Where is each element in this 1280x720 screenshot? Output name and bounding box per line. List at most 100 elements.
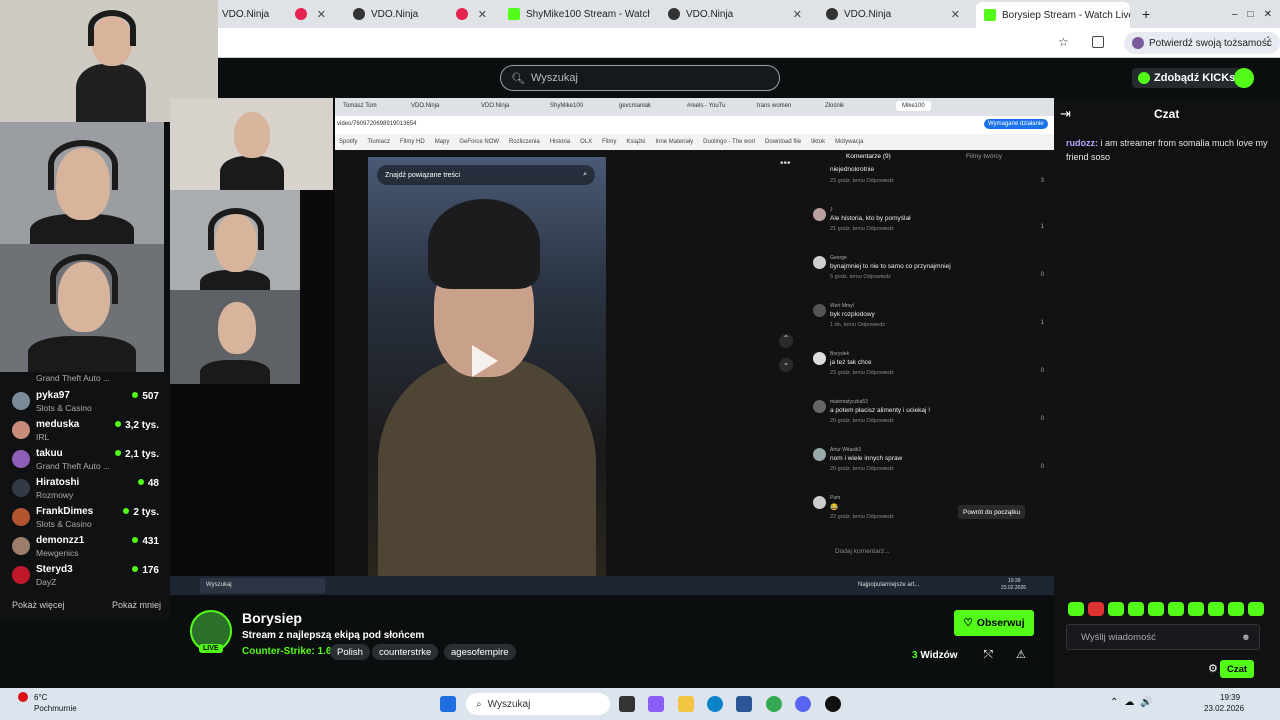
menu-icon[interactable]: ⋮ [1262, 34, 1274, 48]
chevron-down-icon: ⌄ [779, 358, 793, 372]
avatar [12, 537, 30, 555]
browser-tab[interactable]: ShyMike100 Stream - Watch L✕ [500, 4, 650, 24]
copilot-icon[interactable] [648, 696, 664, 712]
person-hat [428, 199, 540, 289]
close-tab-icon[interactable]: ✕ [317, 8, 326, 21]
live-badge: LIVE [199, 644, 223, 653]
profile-verify-button[interactable]: Potwierdź swoją tożsamość [1124, 32, 1280, 54]
extensions-icon[interactable] [1092, 36, 1104, 48]
sidebar-channel[interactable]: Steryd3 DayZ 176 [10, 562, 165, 590]
search-icon: 🔍︎ [511, 72, 525, 85]
avatar [12, 450, 30, 468]
task-view-icon[interactable] [619, 696, 635, 712]
tray-icons[interactable]: ⌃☁🔊 [1110, 697, 1159, 708]
browser-tab[interactable]: VDO.Ninja ✕ [345, 4, 495, 24]
close-tab-icon[interactable]: ✕ [478, 8, 487, 21]
comment: George bynajmniej to nie to samo co przyn… [813, 255, 1048, 300]
chat-title: Czat [1154, 107, 1180, 121]
browser-tab-active[interactable]: Borysiep Stream - Watch Live o✕ [976, 2, 1130, 28]
tag[interactable]: agesofempire [444, 644, 516, 660]
store-icon[interactable] [736, 696, 752, 712]
emote-icon[interactable] [1068, 602, 1084, 616]
emote-icon[interactable] [1188, 602, 1204, 616]
avatar [813, 352, 826, 365]
avatar [12, 421, 30, 439]
window-controls[interactable]: –□✕ [1224, 4, 1280, 24]
avatar [813, 448, 826, 461]
channel-name[interactable]: Borysiep [242, 610, 302, 626]
sidebar-channel[interactable]: meduska IRL 3,2 tys. [10, 417, 165, 445]
search-icon: ⌕ [476, 698, 482, 710]
tag[interactable]: counterstrke [372, 644, 439, 660]
heart-icon: ♡ [963, 617, 973, 629]
vdo-ninja-icon [826, 8, 838, 20]
comment: Wert Mmyl byk rozplodowy 1 dn. temu Odpowi… [813, 303, 1048, 348]
browser-tab[interactable]: VDO.Ninja ✕ [214, 4, 334, 24]
person-jacket [378, 357, 596, 576]
avatar [12, 392, 30, 410]
tag[interactable]: Polish [330, 644, 370, 660]
chat-input[interactable]: Wyślij wiadomość ☻ [1066, 624, 1260, 650]
emote-icon[interactable] [1168, 602, 1184, 616]
emoji-icon[interactable]: ☻ [1241, 632, 1251, 643]
show-more-button[interactable]: Pokaż więcej [12, 600, 65, 610]
taskbar-search[interactable]: ⌕ Wyszukaj [466, 693, 610, 715]
comment: Borysiek ja też tak chce 23 godz. temu Odp… [813, 351, 1048, 396]
captured-bookmarks-bar: Spotify Tłumacz Filmy HD Mapy GeForce NOW Roz… [335, 134, 1054, 150]
discord-icon[interactable] [795, 696, 811, 712]
emote-icon[interactable] [1248, 602, 1264, 616]
webcam-feed [170, 190, 300, 290]
settings-icon[interactable]: ⚙ [1208, 662, 1218, 675]
webcam-feed [0, 244, 164, 372]
avatar [12, 479, 30, 497]
emote-icon[interactable] [1148, 602, 1164, 616]
sidebar-channel[interactable]: Hiratoshi Rozmowy 48 [10, 475, 165, 503]
chat-username[interactable]: rudozz: [1066, 138, 1098, 148]
collapse-chat-icon[interactable]: ⇥ [1060, 106, 1071, 122]
sidebar-channel[interactable]: pyka97 Slots & Casino 507 [10, 388, 165, 416]
webcam-feed [170, 290, 300, 384]
emote-icon[interactable] [1208, 602, 1224, 616]
emote-icon[interactable] [1088, 602, 1104, 616]
emote-icon[interactable] [1228, 602, 1244, 616]
follow-button[interactable]: ♡ Obserwuj [954, 610, 1034, 636]
comment: Artur Witasik3 nom i wiele innych spraw 20… [813, 447, 1048, 492]
browser-tab[interactable]: VDO.Ninja ✕ [660, 4, 810, 24]
avatar [813, 208, 826, 221]
stream-info: LIVE Borysiep Stream z najlepszą ekipą p… [170, 596, 1054, 688]
send-chat-button[interactable]: Czat [1220, 660, 1254, 678]
search-icon: ⌕ [583, 171, 587, 178]
report-icon[interactable]: ⚠ [1016, 648, 1026, 661]
edge-icon[interactable] [707, 696, 723, 712]
avatar [813, 304, 826, 317]
user-avatar[interactable] [1234, 68, 1254, 88]
obs-icon[interactable] [825, 696, 841, 712]
new-tab-button[interactable]: + [1134, 4, 1154, 24]
emote-icon[interactable] [1128, 602, 1144, 616]
captured-address-bar: video/7609720698919013654 Wymagane dział… [335, 116, 1054, 134]
show-less-button[interactable]: Pokaż mniej [112, 600, 161, 610]
browser-tab[interactable]: VDO.Ninja ✕ [818, 4, 968, 24]
sidebar-channel[interactable]: FrankDimes Slots & Casino 2 tys. [10, 504, 165, 532]
kicks-button[interactable]: Zdobądź KICKs [1132, 68, 1242, 88]
tiktok-video: Znajdź powiązane treści ⌕ [368, 157, 606, 576]
chat-message: rudozz: i am streamer from somalia much … [1066, 138, 1268, 162]
close-tab-icon[interactable]: ✕ [951, 8, 960, 21]
file-explorer-icon[interactable] [678, 696, 694, 712]
sidebar-channel[interactable]: takuu Grand Theft Auto ... 2,1 tys. [10, 446, 165, 474]
close-tab-icon[interactable]: ✕ [793, 8, 802, 21]
emote-icon[interactable] [1108, 602, 1124, 616]
vdo-ninja-icon [353, 8, 365, 20]
sidebar-channel[interactable]: demonzz1 Mewgenics 431 [10, 533, 165, 561]
chrome-icon[interactable] [766, 696, 782, 712]
vdo-ninja-icon [668, 8, 680, 20]
captured-tiktok-page: Znajdź powiązane treści ⌕ ••• ⌃ ⌄ Komenta… [335, 150, 1054, 576]
search-input[interactable]: 🔍︎ Wyszukaj [500, 65, 780, 91]
share-icon[interactable]: ⤲ [984, 649, 993, 662]
captured-browser-tabs: Tomasz Tom VDO.Ninja VDO.Ninja ShyMike10… [335, 98, 1054, 116]
stream-category[interactable]: Counter-Strike: 1.6 [242, 646, 331, 657]
more-icon: ••• [780, 158, 791, 169]
star-icon[interactable]: ☆ [1058, 35, 1069, 49]
windows-start-icon[interactable] [440, 696, 456, 712]
avatar [813, 400, 826, 413]
